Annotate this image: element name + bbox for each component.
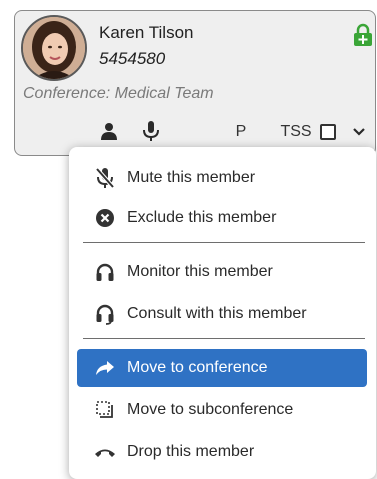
chevron-down-icon[interactable] xyxy=(349,121,369,143)
menu-item-label: Mute this member xyxy=(127,169,256,186)
avatar-image xyxy=(23,17,85,79)
menu-item-label: Move to conference xyxy=(127,359,268,376)
hangup-icon xyxy=(93,440,117,464)
menu-item-mute[interactable]: Mute this member xyxy=(77,159,367,197)
participant-card: Karen Tilson 5454580 Conference: Medical… xyxy=(14,10,376,156)
menu-item-label: Monitor this member xyxy=(127,263,273,280)
member-actions-menu: Mute this member Exclude this member Mon… xyxy=(69,147,376,479)
p-indicator: P xyxy=(235,123,247,140)
headset-icon xyxy=(93,302,117,326)
avatar xyxy=(21,15,87,81)
menu-item-label: Move to subconference xyxy=(127,401,294,418)
close-circle-icon xyxy=(93,206,117,230)
person-icon[interactable] xyxy=(97,117,121,145)
subconference-icon xyxy=(93,398,117,422)
menu-item-move-to-conference[interactable]: Move to conference xyxy=(77,349,367,387)
participant-number: 5454580 xyxy=(99,49,166,68)
menu-item-label: Consult with this member xyxy=(127,305,307,322)
menu-item-label: Exclude this member xyxy=(127,209,277,226)
tss-checkbox[interactable] xyxy=(318,122,338,142)
conference-label: Conference: Medical Team xyxy=(23,85,214,102)
menu-divider xyxy=(83,242,365,243)
menu-item-drop[interactable]: Drop this member xyxy=(77,433,367,471)
headphones-icon xyxy=(93,260,117,284)
menu-item-label: Drop this member xyxy=(127,443,255,460)
share-arrow-icon xyxy=(93,356,117,380)
mic-off-icon xyxy=(93,166,117,190)
menu-item-move-to-subconference[interactable]: Move to subconference xyxy=(77,391,367,429)
participant-toolbar: P TSS xyxy=(15,117,375,147)
tss-label: TSS xyxy=(280,123,312,140)
participant-name: Karen Tilson xyxy=(99,23,194,42)
menu-item-consult[interactable]: Consult with this member xyxy=(77,295,367,333)
menu-divider xyxy=(83,338,365,339)
menu-item-monitor[interactable]: Monitor this member xyxy=(77,253,367,291)
lock-icon xyxy=(352,23,374,47)
microphone-icon[interactable] xyxy=(139,117,163,145)
menu-item-exclude[interactable]: Exclude this member xyxy=(77,199,367,237)
